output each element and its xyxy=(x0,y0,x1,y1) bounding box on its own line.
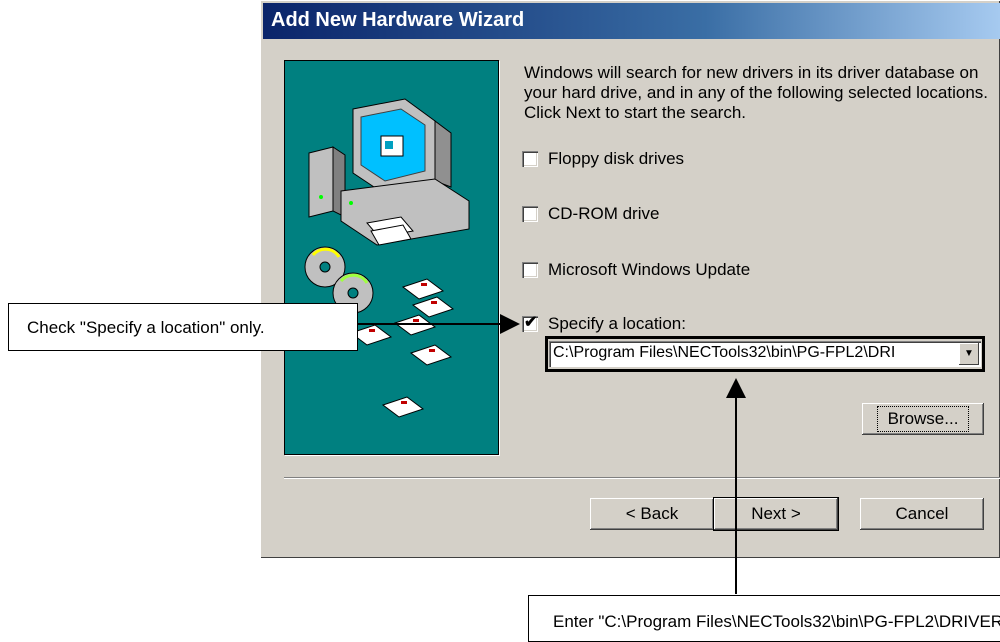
callout-arrows xyxy=(358,314,746,594)
